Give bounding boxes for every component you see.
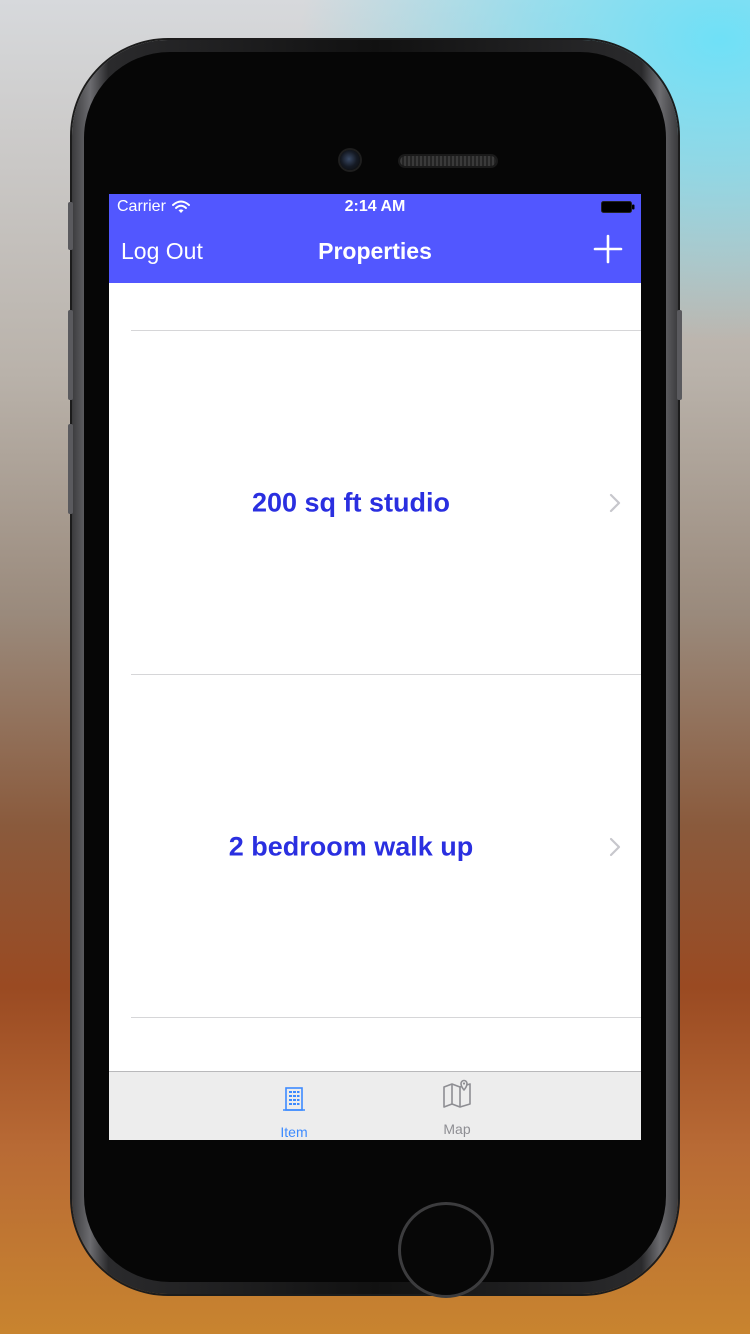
volume-up-button [68, 310, 73, 400]
map-icon [443, 1079, 471, 1108]
earpiece-speaker [400, 156, 496, 166]
property-row[interactable]: 2 bedroom walk up [109, 675, 641, 1018]
tab-map[interactable]: Map [324, 1072, 590, 1140]
volume-down-button [68, 424, 73, 514]
building-icon [283, 1087, 305, 1111]
chevron-right-icon [609, 493, 621, 512]
status-time: 2:14 AM [344, 198, 406, 215]
navigation-bar: Log Out Properties [109, 220, 641, 283]
mute-switch [68, 202, 73, 250]
home-button[interactable] [398, 1202, 494, 1298]
property-title: 200 sq ft studio [251, 487, 451, 517]
plus-icon [593, 234, 623, 264]
status-bar: Carrier 2:14 AM [109, 194, 641, 220]
battery-icon [601, 201, 635, 213]
app-screen: Carrier 2:14 AM Log Out Properties 200 s… [109, 194, 641, 1140]
row-separator [131, 1017, 641, 1018]
page-title: Properties [318, 238, 432, 264]
properties-list: 200 sq ft studio 2 bedroom walk up [109, 283, 641, 1071]
tab-map-label: Map [443, 1121, 471, 1137]
property-row[interactable]: 200 sq ft studio [109, 331, 641, 674]
navigation-header: Carrier 2:14 AM Log Out Properties [109, 194, 641, 283]
property-title: 2 bedroom walk up [228, 831, 474, 861]
add-property-button[interactable] [593, 234, 623, 264]
power-button [677, 310, 682, 400]
tab-bar: Item Map [109, 1071, 641, 1140]
chevron-right-icon [609, 837, 621, 856]
front-camera [340, 150, 360, 170]
